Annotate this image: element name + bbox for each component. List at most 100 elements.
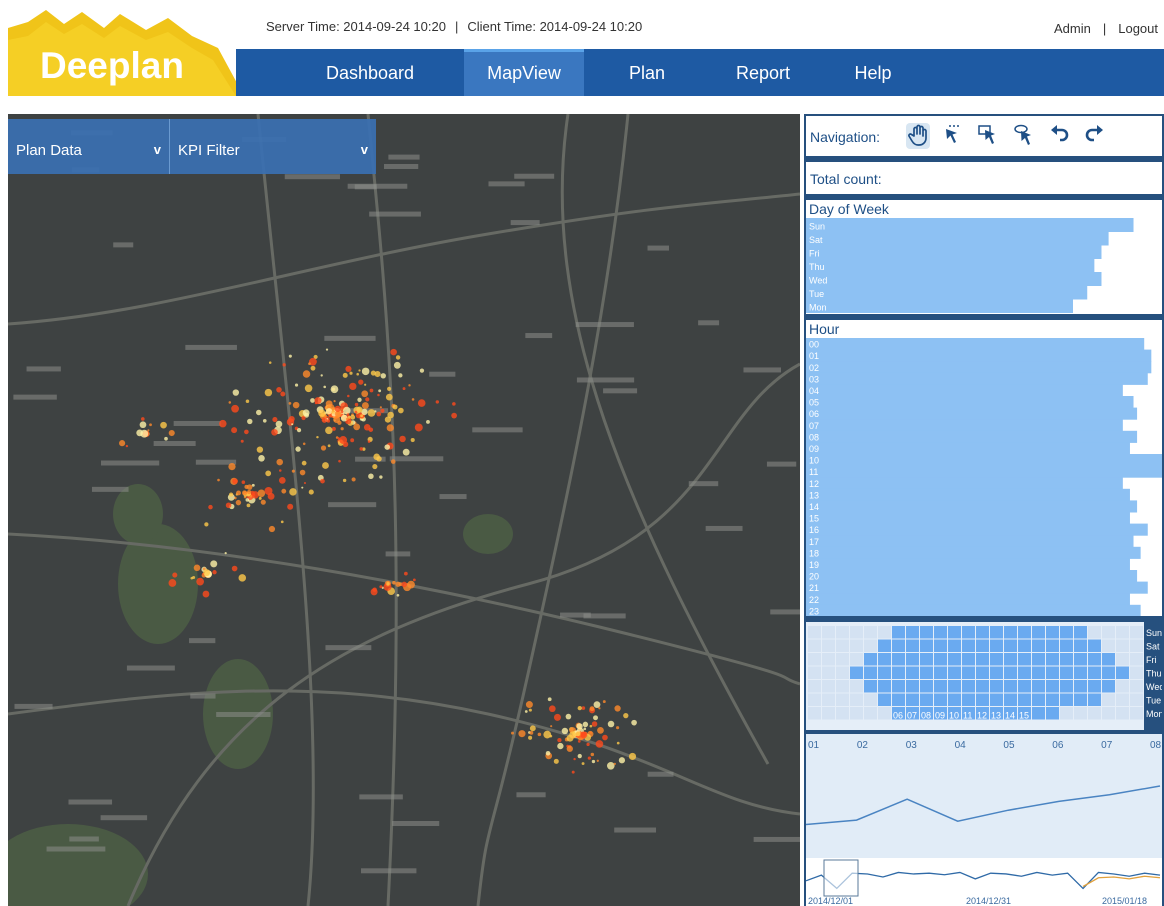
timeline-series-line[interactable] [806,785,1161,826]
heatmap-cell[interactable] [878,666,891,680]
heatmap-cell[interactable] [836,707,849,720]
heatmap-cell[interactable] [864,653,877,666]
bar-09[interactable] [806,442,1130,455]
heatmap-cell[interactable] [1004,653,1017,666]
heatmap-cell[interactable] [808,626,821,639]
bar-00[interactable] [806,338,1145,351]
heatmap-cell[interactable] [1018,693,1031,707]
heatmap-cell[interactable] [1102,666,1115,680]
heatmap-cell[interactable] [1032,653,1045,666]
heatmap-cell[interactable] [864,707,877,720]
heatmap-cell[interactable] [1074,680,1087,693]
deeplan-logo[interactable]: Deeplan [8,8,244,96]
bar-tue[interactable] [806,285,1088,300]
heatmap-cell[interactable] [906,653,919,666]
heatmap-cell[interactable] [808,680,821,693]
plan-data-dropdown[interactable]: Plan Data v [8,119,170,174]
heatmap-cell[interactable] [1130,707,1143,720]
heatmap-cell[interactable] [1088,707,1101,720]
heatmap-cell[interactable] [962,653,975,666]
heatmap-cell[interactable] [906,680,919,693]
nav-dashboard[interactable]: Dashboard [296,49,444,96]
heatmap-cell[interactable] [976,680,989,693]
heatmap-cell[interactable] [850,626,863,639]
heatmap-cell[interactable] [1102,639,1115,653]
bar-18[interactable] [806,546,1141,559]
heatmap-cell[interactable] [1060,653,1073,666]
bar-14[interactable] [806,500,1138,513]
heatmap-cell[interactable] [906,626,919,639]
bar-sat[interactable] [806,231,1109,246]
heatmap-cell[interactable] [1004,639,1017,653]
cursor-select-icon[interactable] [940,123,964,149]
heatmap-cell[interactable] [836,653,849,666]
heatmap-cell[interactable] [1116,707,1129,720]
bar-12[interactable] [806,477,1123,490]
heatmap-cell[interactable] [1004,666,1017,680]
heatmap-cell[interactable] [1074,653,1087,666]
bar-22[interactable] [806,593,1130,606]
heatmap-cell[interactable] [1032,707,1045,720]
heatmap-cell[interactable] [1074,626,1087,639]
nav-help[interactable]: Help [836,49,910,96]
heatmap-cell[interactable] [1018,680,1031,693]
heatmap-cell[interactable] [1130,693,1143,707]
heatmap-cell[interactable] [1102,707,1115,720]
heatmap-cell[interactable] [1032,666,1045,680]
heatmap-cell[interactable] [934,639,947,653]
heatmap-cell[interactable] [822,707,835,720]
bar-08[interactable] [806,430,1138,443]
heatmap-cell[interactable] [808,693,821,707]
nav-report[interactable]: Report [708,49,818,96]
heatmap-cell[interactable] [1074,666,1087,680]
heatmap-cell[interactable] [850,707,863,720]
heatmap-cell[interactable] [1074,639,1087,653]
hour-chart[interactable]: 00 01 02 03 04 05 06 07 08 09 10 11 12 13 14 15 16 17 18 19… [806,320,1162,616]
heatmap-cell[interactable] [892,680,905,693]
heatmap-cell[interactable] [934,653,947,666]
heatmap-cell[interactable] [948,680,961,693]
heatmap-cell[interactable] [1116,626,1129,639]
bar-11[interactable] [806,465,1162,478]
day-of-week-chart[interactable]: Sun Sat Fri Thu Wed Tue Mon Day of Week [806,200,1162,314]
heatmap-cell[interactable] [1130,666,1143,680]
heatmap-cell[interactable] [864,680,877,693]
timeline-chart[interactable]: 01 02 03 04 05 06 07 08 2014/12/01 2014/12/31 2015… [806,734,1162,906]
heatmap-cell[interactable] [962,666,975,680]
heatmap-cell[interactable] [1088,666,1101,680]
heatmap-cell[interactable] [808,666,821,680]
heatmap-cell[interactable] [808,707,821,720]
heatmap-cell[interactable] [920,693,933,707]
heatmap-cell[interactable] [864,666,877,680]
day-of-week-svg[interactable]: Sun Sat Fri Thu Wed Tue Mon [806,200,1162,314]
heatmap-cell[interactable] [1102,626,1115,639]
nav-mapview[interactable]: MapView [464,49,584,96]
heatmap-cell[interactable] [920,653,933,666]
overview-brush-handle[interactable] [823,859,859,897]
heatmap-cell[interactable] [920,626,933,639]
heat-map-view[interactable]: Plan Data v KPI Filter v [8,114,800,906]
heatmap-cell[interactable] [1018,653,1031,666]
heatmap-cell[interactable] [1074,707,1087,720]
cursor-box-select-icon[interactable] [976,123,1000,149]
heatmap-cell[interactable] [1116,639,1129,653]
heatmap-cell[interactable] [948,666,961,680]
heatmap-cell[interactable] [808,639,821,653]
nav-plan[interactable]: Plan [602,49,692,96]
heatmap-cell[interactable] [864,626,877,639]
map-canvas[interactable] [8,114,800,906]
heatmap-cell[interactable] [864,639,877,653]
bar-17[interactable] [806,535,1134,548]
heatmap-cell[interactable] [962,626,975,639]
heatmap-cell[interactable] [1102,653,1115,666]
heatmap-cell[interactable] [836,693,849,707]
bar-thu[interactable] [806,258,1095,273]
heatmap-cell[interactable] [892,693,905,707]
bar-15[interactable] [806,512,1130,525]
bar-16[interactable] [806,523,1148,536]
heatmap-cell[interactable] [1116,680,1129,693]
heatmap-cell[interactable] [1088,653,1101,666]
bar-03[interactable] [806,372,1148,385]
heatmap-cell[interactable] [850,666,863,680]
admin-link[interactable]: Admin [1054,21,1091,36]
